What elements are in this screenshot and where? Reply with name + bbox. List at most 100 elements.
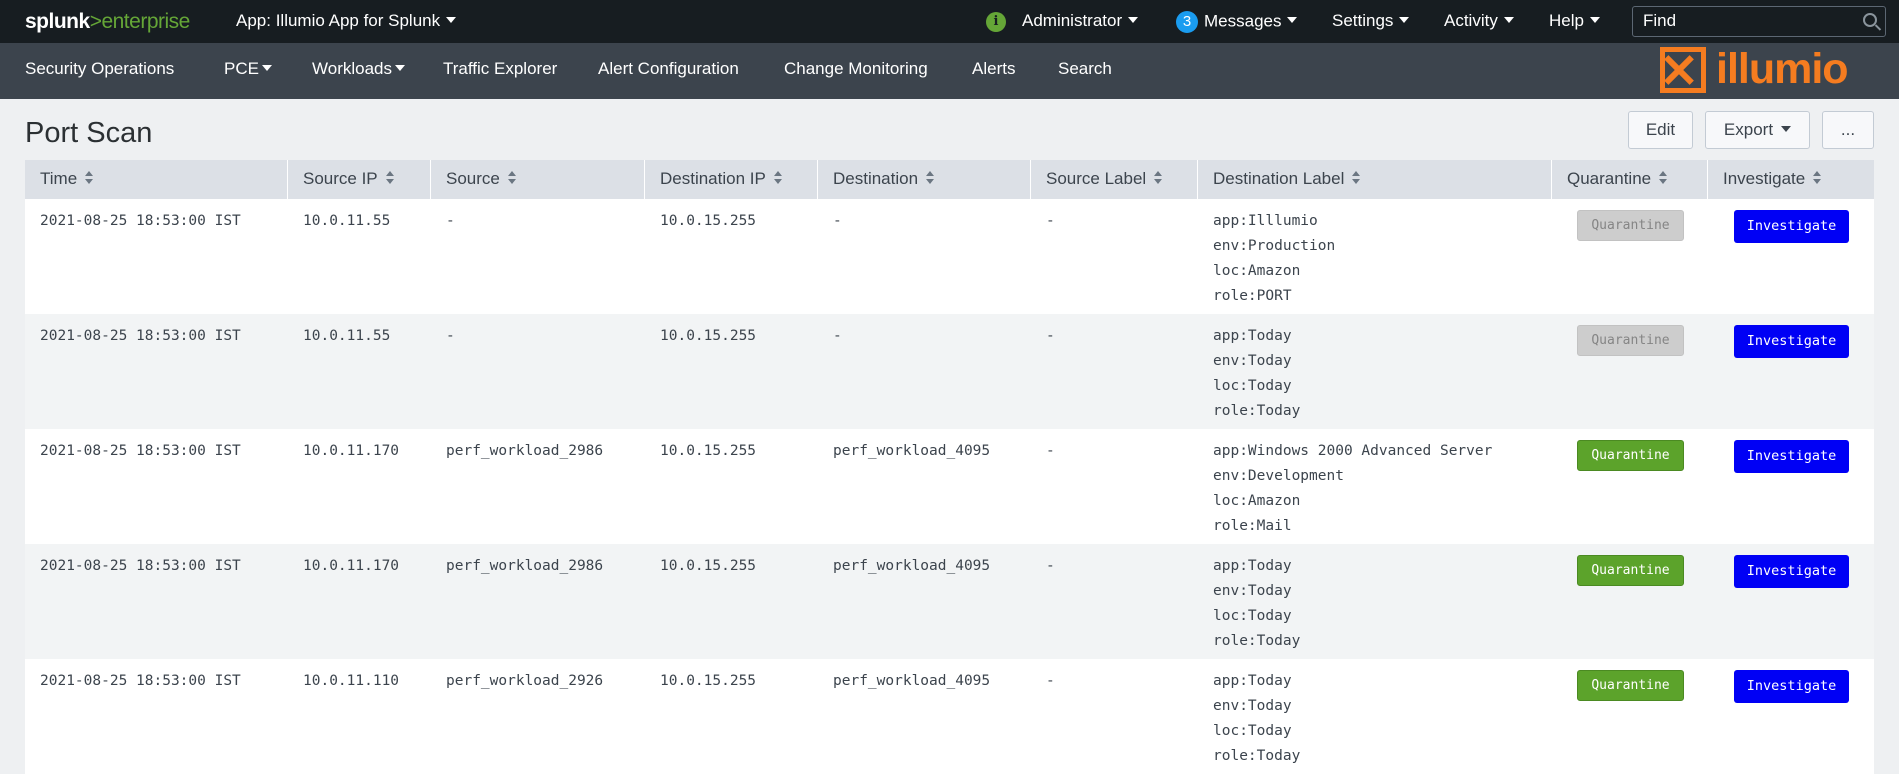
- investigate-button[interactable]: Investigate: [1734, 325, 1849, 358]
- sort-icon: [1659, 170, 1668, 185]
- chevron-down-icon: [1781, 125, 1792, 132]
- destination-label-cell: app:Today env:Today loc:Today role:Today: [1213, 669, 1300, 769]
- column-header-label: Source IP: [303, 169, 378, 188]
- sort-icon: [1154, 170, 1163, 185]
- export-label: Export: [1723, 120, 1774, 139]
- nav-workloads[interactable]: Workloads: [312, 59, 405, 79]
- more-button[interactable]: ...: [1822, 111, 1874, 149]
- column-header-destination-ip[interactable]: Destination IP: [645, 160, 818, 199]
- quarantine-button[interactable]: Quarantine: [1577, 555, 1684, 586]
- app-menu[interactable]: App: Illumio App for Splunk: [236, 11, 457, 31]
- label-line: role:PORT: [1213, 288, 1292, 304]
- chevron-down-icon: [446, 16, 457, 23]
- table-row: 2021-08-25 18:53:00 IST 10.0.11.110 perf_w…: [25, 659, 1874, 774]
- table-row: 2021-08-25 18:53:00 IST 10.0.11.55 - 10.0.1…: [25, 199, 1874, 314]
- source-ip-cell: 10.0.11.55: [303, 213, 391, 229]
- sort-icon: [773, 170, 783, 185]
- nav-pce-label: PCE: [224, 59, 259, 78]
- time-cell: 2021-08-25 18:53:00 IST: [40, 328, 241, 344]
- splunk-logo[interactable]: splunk>enterprise: [25, 10, 190, 34]
- nav-security-operations[interactable]: Security Operations: [25, 59, 174, 79]
- column-header-source[interactable]: Source: [431, 160, 645, 199]
- table-row: 2021-08-25 18:53:00 IST 10.0.11.170 perf_w…: [25, 429, 1874, 544]
- illumio-wordmark: illumio: [1716, 45, 1849, 93]
- admin-label: Administrator: [1022, 11, 1123, 30]
- column-header-destination[interactable]: Destination: [818, 160, 1031, 199]
- column-header-source-label[interactable]: Source Label: [1031, 160, 1198, 199]
- time-cell: 2021-08-25 18:53:00 IST: [40, 443, 241, 459]
- time-cell: 2021-08-25 18:53:00 IST: [40, 558, 241, 574]
- messages-menu[interactable]: 3 Messages: [1176, 11, 1298, 33]
- time-cell: 2021-08-25 18:53:00 IST: [40, 673, 241, 689]
- sort-icon: [1813, 170, 1822, 185]
- top-bar: splunk>enterprise App: Illumio App for S…: [0, 0, 1899, 43]
- destination-cell: -: [833, 213, 842, 229]
- search-icon[interactable]: [1863, 13, 1877, 27]
- column-header-label: Source: [446, 169, 500, 188]
- help-menu[interactable]: Help: [1549, 11, 1600, 31]
- nav-change-monitoring[interactable]: Change Monitoring: [784, 59, 928, 79]
- illumio-logo: illumio: [1656, 45, 1871, 95]
- column-header-label: Destination Label: [1213, 169, 1345, 188]
- nav-workloads-label: Workloads: [312, 59, 392, 78]
- export-button[interactable]: Export: [1705, 111, 1810, 149]
- settings-label: Settings: [1332, 11, 1394, 30]
- column-header-investigate[interactable]: Investigate: [1708, 160, 1874, 199]
- label-line: app:Today: [1213, 328, 1292, 344]
- destination-ip-cell: 10.0.15.255: [660, 443, 757, 459]
- settings-menu[interactable]: Settings: [1332, 11, 1410, 31]
- illumio-mark-icon: [1660, 47, 1706, 93]
- app-menu-label: App: Illumio App for Splunk: [236, 11, 441, 30]
- nav-alert-configuration[interactable]: Alert Configuration: [598, 59, 739, 79]
- source-ip-cell: 10.0.11.170: [303, 443, 400, 459]
- quarantine-button[interactable]: Quarantine: [1577, 440, 1684, 471]
- nav-traffic-explorer[interactable]: Traffic Explorer: [443, 59, 557, 79]
- time-cell: 2021-08-25 18:53:00 IST: [40, 213, 241, 229]
- label-line: app:Today: [1213, 673, 1292, 689]
- source-ip-cell: 10.0.11.110: [303, 673, 400, 689]
- app-bar: Security Operations PCE Workloads Traffi…: [0, 43, 1899, 99]
- activity-menu[interactable]: Activity: [1444, 11, 1514, 31]
- messages-label: Messages: [1204, 11, 1282, 31]
- label-line: loc:Amazon: [1213, 493, 1301, 509]
- investigate-button[interactable]: Investigate: [1734, 440, 1849, 473]
- nav-search[interactable]: Search: [1058, 59, 1112, 79]
- label-line: app:Today: [1213, 558, 1292, 574]
- quarantine-button[interactable]: Quarantine: [1577, 670, 1684, 701]
- table-header: Time Source IP Source Destination IP Des…: [25, 160, 1874, 199]
- label-line: app:Windows 2000 Advanced Server: [1213, 443, 1493, 459]
- nav-pce[interactable]: PCE: [224, 59, 272, 79]
- column-header-time[interactable]: Time: [25, 160, 288, 199]
- destination-cell: perf_workload_4095: [833, 673, 991, 689]
- chevron-down-icon: [261, 64, 272, 71]
- label-line: loc:Amazon: [1213, 263, 1301, 279]
- source-cell: -: [446, 328, 455, 344]
- help-label: Help: [1549, 11, 1584, 30]
- quarantine-button[interactable]: Quarantine: [1577, 325, 1684, 356]
- label-line: env:Today: [1213, 698, 1292, 714]
- sort-icon: [1352, 170, 1361, 185]
- column-header-destination-label[interactable]: Destination Label: [1198, 160, 1552, 199]
- column-header-quarantine[interactable]: Quarantine: [1552, 160, 1708, 199]
- column-header-source-ip[interactable]: Source IP: [288, 160, 431, 199]
- column-header-label: Source Label: [1046, 169, 1147, 188]
- messages-count-badge: 3: [1176, 11, 1198, 33]
- chevron-down-icon: [1399, 16, 1410, 23]
- logo-gt-text: >: [89, 10, 102, 33]
- investigate-button[interactable]: Investigate: [1734, 555, 1849, 588]
- source-ip-cell: 10.0.11.170: [303, 558, 400, 574]
- edit-button[interactable]: Edit: [1628, 111, 1693, 149]
- chevron-down-icon: [395, 64, 405, 71]
- quarantine-button[interactable]: Quarantine: [1577, 210, 1684, 241]
- label-line: role:Mail: [1213, 518, 1292, 534]
- admin-menu[interactable]: i Administrator: [986, 11, 1139, 32]
- destination-label-cell: app:Today env:Today loc:Today role:Today: [1213, 324, 1300, 424]
- investigate-button[interactable]: Investigate: [1734, 210, 1849, 243]
- source-cell: perf_workload_2986: [446, 558, 604, 574]
- investigate-button[interactable]: Investigate: [1734, 670, 1849, 703]
- destination-label-cell: app:Today env:Today loc:Today role:Today: [1213, 554, 1300, 654]
- nav-alerts[interactable]: Alerts: [972, 59, 1015, 79]
- find-input[interactable]: Find: [1632, 6, 1886, 37]
- label-line: role:Today: [1213, 748, 1301, 764]
- sort-icon: [926, 170, 935, 185]
